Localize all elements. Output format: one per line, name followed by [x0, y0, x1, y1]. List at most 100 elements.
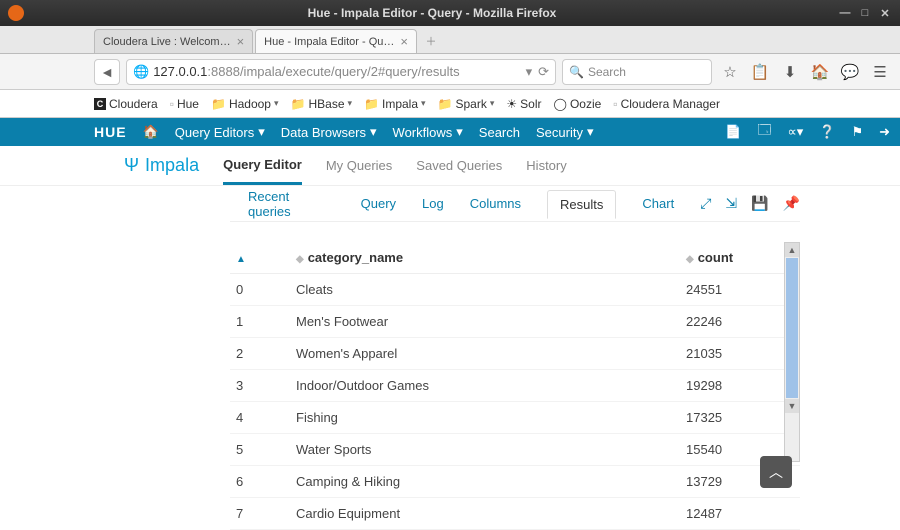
impala-heading: ΨImpala — [124, 155, 199, 176]
window-title: Hue - Impala Editor - Query - Mozilla Fi… — [32, 6, 832, 20]
nav-security[interactable]: Security ▾ — [536, 124, 594, 140]
globe-icon: 🌐 — [133, 64, 149, 80]
cell-index: 7 — [230, 498, 290, 530]
qtab-log[interactable]: Log — [422, 196, 444, 211]
nav-workflows[interactable]: Workflows ▾ — [393, 124, 463, 140]
dropdown-icon[interactable]: ▾ — [526, 64, 533, 80]
logout-icon[interactable]: ➜ — [879, 124, 890, 140]
col-category-name[interactable]: ◆category_name — [290, 242, 680, 274]
jobs-icon[interactable]: 🗔 — [757, 121, 771, 143]
file-icon[interactable]: 📄 — [725, 124, 741, 140]
close-tab-icon[interactable]: × — [237, 34, 245, 49]
reload-icon[interactable]: ⟳ — [538, 64, 549, 80]
chevron-down-icon: ▾ — [370, 124, 377, 140]
nav-query-editors[interactable]: Query Editors ▾ — [175, 124, 265, 140]
folder-icon: 📁 — [364, 97, 379, 111]
search-placeholder: Search — [588, 65, 626, 79]
bookmark-impala[interactable]: 📁Impala▾ — [364, 97, 426, 111]
new-tab-button[interactable]: ＋ — [419, 29, 443, 53]
url-path: :8888/impala/execute/query/2#query/resul… — [207, 64, 459, 79]
bookmark-cloudera-manager[interactable]: ▫Cloudera Manager — [613, 97, 720, 111]
scroll-up-icon[interactable]: ▲ — [785, 243, 799, 257]
cell-count: 21035 — [680, 338, 800, 370]
home-icon[interactable]: 🏠 — [143, 124, 159, 140]
expand-icon[interactable]: ⤢ — [700, 195, 711, 212]
tab-saved-queries[interactable]: Saved Queries — [416, 148, 502, 183]
home-icon[interactable]: 🏠 — [808, 60, 832, 84]
flag-icon[interactable]: ⚑ — [851, 124, 863, 140]
table-row: 2Women's Apparel21035 — [230, 338, 800, 370]
maximize-button[interactable]: □ — [858, 6, 872, 20]
chat-icon[interactable]: 💬 — [838, 60, 862, 84]
pin-icon[interactable]: 📌 — [783, 195, 800, 212]
scroll-down-icon[interactable]: ▼ — [785, 399, 799, 413]
bookmark-hbase[interactable]: 📁HBase▾ — [291, 97, 353, 111]
tab-hue-impala[interactable]: Hue - Impala Editor - Qu… × — [255, 29, 417, 53]
cell-count: 22246 — [680, 306, 800, 338]
qtab-chart[interactable]: Chart — [642, 196, 674, 211]
cell-index: 0 — [230, 274, 290, 306]
qtab-recent[interactable]: Recent queries — [248, 189, 335, 219]
doc-icon: ▫ — [170, 97, 174, 111]
downloads-icon[interactable]: ⬇ — [778, 60, 802, 84]
tab-cloudera-live[interactable]: Cloudera Live : Welcom… × — [94, 29, 253, 53]
bookmark-star-icon[interactable]: ☆ — [718, 60, 742, 84]
hue-logo[interactable]: HUE — [94, 124, 127, 140]
bookmark-spark[interactable]: 📁Spark▾ — [438, 97, 495, 111]
minimize-button[interactable]: — — [838, 6, 852, 20]
close-tab-icon[interactable]: × — [400, 34, 408, 49]
qtab-columns[interactable]: Columns — [470, 196, 521, 211]
doc-icon: ▫ — [613, 97, 617, 111]
menu-icon[interactable]: ☰ — [868, 60, 892, 84]
bookmark-bar: CCloudera ▫Hue 📁Hadoop▾ 📁HBase▾ 📁Impala▾… — [0, 90, 900, 118]
result-action-icons: ⤢ ⇲ 💾 📌 — [700, 195, 800, 212]
chevron-down-icon: ▾ — [490, 98, 495, 109]
help-icon[interactable]: ❔ — [819, 124, 835, 140]
save-icon[interactable]: 💾 — [751, 195, 768, 212]
export-icon[interactable]: ⇲ — [725, 195, 737, 212]
tab-history[interactable]: History — [526, 148, 566, 183]
results-table: ▲ ◆category_name ◆count 0Cleats245511Men… — [230, 242, 800, 530]
col-count[interactable]: ◆count — [680, 242, 800, 274]
scroll-thumb[interactable] — [786, 258, 798, 398]
tab-query-editor[interactable]: Query Editor — [223, 147, 302, 185]
cell-category: Cleats — [290, 274, 680, 306]
cell-count: 17325 — [680, 402, 800, 434]
vertical-scrollbar[interactable]: ▲ ▼ — [784, 242, 800, 462]
col-index[interactable]: ▲ — [230, 242, 290, 274]
address-bar[interactable]: 🌐 127.0.0.1:8888/impala/execute/query/2#… — [126, 59, 556, 85]
bookmark-hue[interactable]: ▫Hue — [170, 97, 199, 111]
scroll-to-top-button[interactable]: ︿ — [760, 456, 792, 488]
clipboard-icon[interactable]: 📋 — [748, 60, 772, 84]
sort-icon: ◆ — [296, 254, 304, 265]
chevron-down-icon: ▾ — [258, 124, 265, 140]
solr-icon: ☀ — [506, 97, 517, 111]
bookmark-hadoop[interactable]: 📁Hadoop▾ — [211, 97, 279, 111]
share-icon[interactable]: ∝▾ — [787, 124, 803, 140]
folder-icon: 📁 — [211, 97, 226, 111]
search-icon: 🔍 — [569, 65, 584, 79]
tab-my-queries[interactable]: My Queries — [326, 148, 392, 183]
chevron-down-icon: ▾ — [587, 124, 594, 140]
table-row: 4Fishing17325 — [230, 402, 800, 434]
cell-index: 1 — [230, 306, 290, 338]
chevron-down-icon: ▾ — [421, 98, 426, 109]
query-tabs: Recent queries Query Log Columns Results… — [230, 186, 800, 222]
back-button[interactable]: ◄ — [94, 59, 120, 85]
cell-category: Women's Apparel — [290, 338, 680, 370]
table-row: 7Cardio Equipment12487 — [230, 498, 800, 530]
bookmark-solr[interactable]: ☀Solr — [506, 97, 541, 111]
search-box[interactable]: 🔍 Search — [562, 59, 712, 85]
results-table-wrap: ▲ ◆category_name ◆count 0Cleats245511Men… — [230, 242, 800, 530]
cell-category: Indoor/Outdoor Games — [290, 370, 680, 402]
nav-data-browsers[interactable]: Data Browsers ▾ — [281, 124, 377, 140]
close-window-button[interactable]: ✕ — [878, 6, 892, 20]
bookmark-oozie[interactable]: ◯Oozie — [554, 97, 602, 111]
cloudera-icon: C — [94, 98, 106, 110]
folder-icon: 📁 — [291, 97, 306, 111]
sub-header: ΨImpala Query Editor My Queries Saved Qu… — [0, 146, 900, 186]
nav-search[interactable]: Search — [479, 125, 520, 140]
qtab-query[interactable]: Query — [361, 196, 396, 211]
bookmark-cloudera[interactable]: CCloudera — [94, 97, 158, 111]
qtab-results[interactable]: Results — [547, 190, 616, 219]
